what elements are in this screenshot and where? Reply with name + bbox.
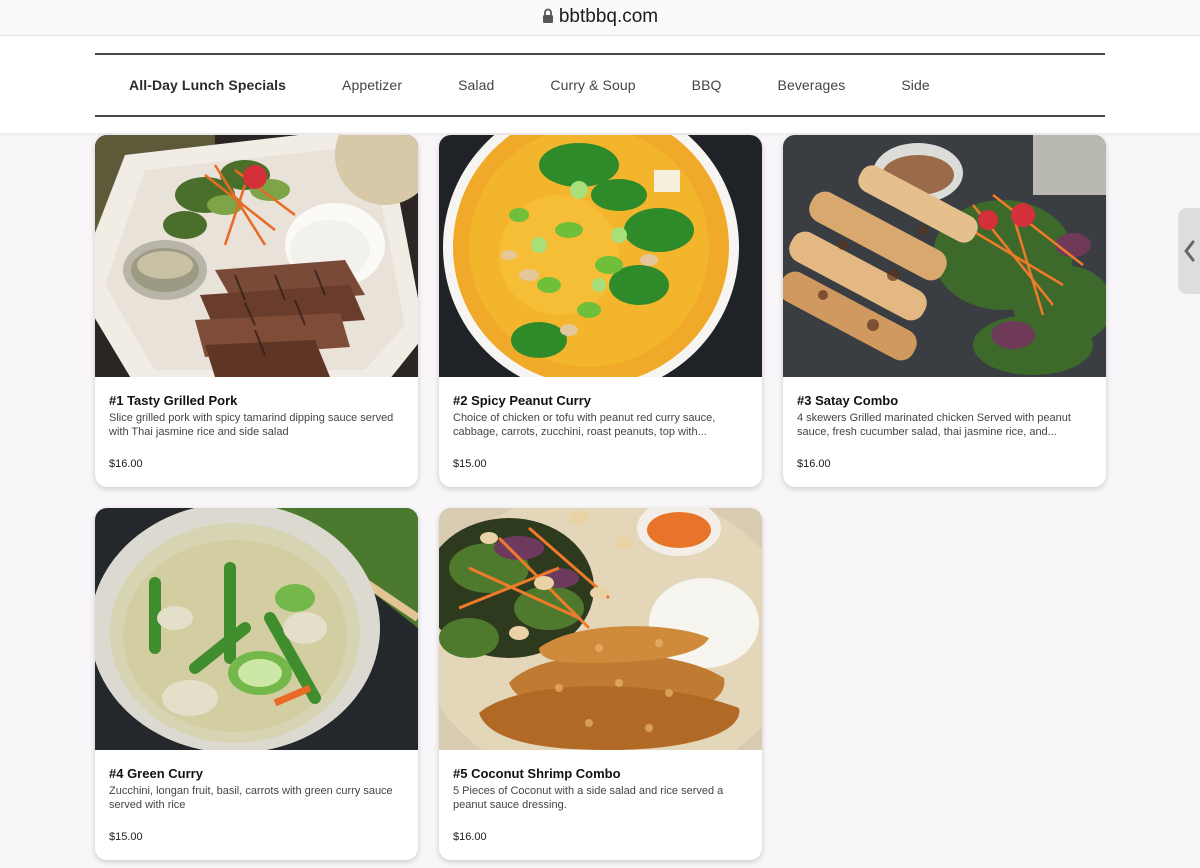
tab-appetizer[interactable]: Appetizer xyxy=(342,77,402,93)
menu-item-description: Slice grilled pork with spicy tamarind d… xyxy=(109,412,394,438)
tab-bbq[interactable]: BBQ xyxy=(692,77,722,93)
menu-item-card[interactable]: #4 Green Curry Zucchini, longan fruit, b… xyxy=(95,508,418,860)
menu-item-title: #3 Satay Combo xyxy=(797,393,899,408)
tab-salad[interactable]: Salad xyxy=(458,77,494,93)
menu-item-card[interactable]: #2 Spicy Peanut Curry Choice of chicken … xyxy=(439,135,762,487)
menu-item-card[interactable]: #3 Satay Combo 4 skewers Grilled marinat… xyxy=(783,135,1106,487)
menu-item-card[interactable]: #5 Coconut Shrimp Combo 5 Pieces of Coco… xyxy=(439,508,762,860)
menu-item-price: $15.00 xyxy=(109,831,143,843)
category-nav-bar: All-Day Lunch Specials Appetizer Salad C… xyxy=(0,36,1200,133)
menu-item-description: 5 Pieces of Coconut with a side salad an… xyxy=(453,785,724,811)
browser-url-bar[interactable]: bbtbbq.com xyxy=(0,0,1200,36)
tab-side[interactable]: Side xyxy=(901,77,929,93)
menu-item-price: $16.00 xyxy=(797,458,831,470)
menu-item-price: $16.00 xyxy=(109,458,143,470)
menu-item-price: $15.00 xyxy=(453,458,487,470)
tab-beverages[interactable]: Beverages xyxy=(778,77,846,93)
tab-all-day-lunch-specials[interactable]: All-Day Lunch Specials xyxy=(129,77,286,93)
food-photo xyxy=(439,508,762,750)
menu-item-card[interactable]: #1 Tasty Grilled Pork Slice grilled pork… xyxy=(95,135,418,487)
menu-item-description: 4 skewers Grilled marinated chicken Serv… xyxy=(797,412,1071,438)
menu-item-description: Choice of chicken or tofu with peanut re… xyxy=(453,412,716,438)
food-photo xyxy=(783,135,1106,377)
menu-item-description: Zucchini, longan fruit, basil, carrots w… xyxy=(109,785,393,811)
category-tabs-band: All-Day Lunch Specials Appetizer Salad C… xyxy=(95,53,1105,117)
chevron-left-icon xyxy=(1184,240,1195,262)
lock-icon xyxy=(542,8,554,24)
food-photo xyxy=(95,135,418,377)
menu-item-title: #1 Tasty Grilled Pork xyxy=(109,393,238,408)
menu-item-title: #2 Spicy Peanut Curry xyxy=(453,393,591,408)
tab-curry-soup[interactable]: Curry & Soup xyxy=(550,77,635,93)
menu-item-price: $16.00 xyxy=(453,831,487,843)
food-photo xyxy=(439,135,762,377)
menu-item-title: #5 Coconut Shrimp Combo xyxy=(453,766,621,781)
url-text: bbtbbq.com xyxy=(558,6,659,27)
food-photo xyxy=(95,508,418,750)
menu-item-title: #4 Green Curry xyxy=(109,766,203,781)
side-panel-handle[interactable] xyxy=(1178,208,1200,294)
